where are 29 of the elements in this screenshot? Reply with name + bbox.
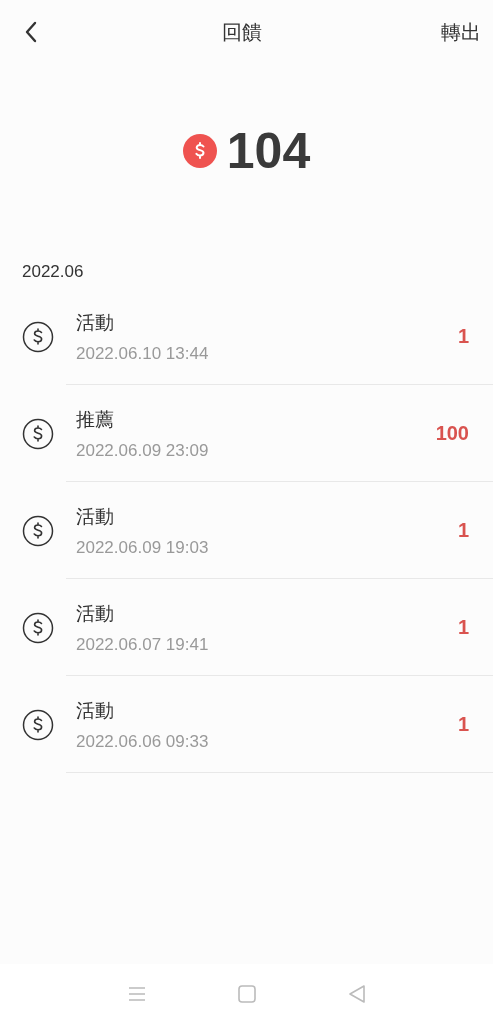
dollar-coin-icon (182, 134, 217, 168)
dollar-circle-icon (22, 417, 54, 450)
record-amount: 1 (457, 519, 469, 542)
record-time: 2022.06.09 23:09 (76, 440, 210, 461)
record-time: 2022.06.07 19:41 (76, 634, 210, 655)
month-label: 2022.06 (21, 261, 85, 283)
page-title: 回饋 (221, 18, 262, 46)
record-time: 2022.06.10 13:44 (76, 343, 210, 364)
dollar-circle-icon (22, 514, 54, 547)
record-amount: 100 (435, 422, 469, 445)
record-amount: 1 (457, 325, 469, 348)
record-title: 活動 (76, 697, 115, 723)
record-title: 活動 (76, 600, 115, 626)
back-triangle-icon[interactable] (347, 984, 366, 1004)
record-time: 2022.06.06 09:33 (76, 731, 210, 752)
dollar-circle-icon (22, 708, 54, 741)
record-title: 活動 (76, 503, 115, 529)
record-title: 推薦 (76, 406, 115, 432)
record-amount: 1 (457, 713, 469, 736)
record-amount: 1 (457, 616, 469, 639)
record-title: 活動 (76, 309, 115, 335)
back-chevron-icon (24, 21, 38, 43)
record-time: 2022.06.09 19:03 (76, 537, 210, 558)
transfer-out-button[interactable]: 轉出 (441, 18, 481, 46)
balance-amount: 104 (226, 122, 311, 180)
dollar-circle-icon (22, 611, 54, 644)
home-square-icon[interactable] (237, 985, 256, 1003)
menu-icon[interactable] (127, 986, 146, 1002)
dollar-circle-icon (22, 320, 54, 353)
